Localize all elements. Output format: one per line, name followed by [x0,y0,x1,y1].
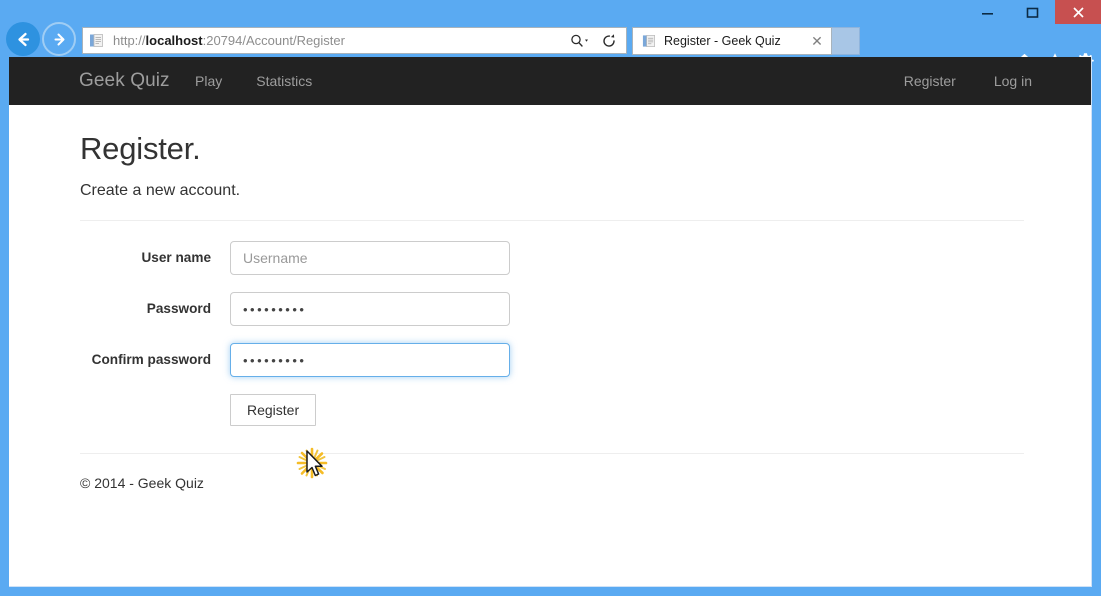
tab-favicon-icon [639,34,659,48]
register-form: User name Password ••••••••• Confirm pas… [80,241,1025,426]
browser-navigation-row: http://localhost:20794/Account/Register [0,24,1101,57]
forward-arrow-icon [51,31,68,48]
site-brand[interactable]: Geek Quiz [79,70,170,92]
footer-copyright: © 2014 - Geek Quiz [80,475,1025,491]
page-favicon-icon [85,27,107,54]
form-row-password: Password ••••••••• [80,292,1025,326]
nav-link-statistics[interactable]: Statistics [256,73,312,89]
search-dropdown-icon[interactable] [568,28,594,53]
tab-close-icon[interactable]: ✕ [809,33,825,49]
maximize-button[interactable] [1010,0,1055,24]
nav-link-register[interactable]: Register [904,73,956,89]
forward-button[interactable] [42,22,76,56]
browser-titlebar [0,0,1101,24]
back-button[interactable] [6,22,40,56]
page-viewport: Geek Quiz Play Statistics Register Log i… [9,57,1092,587]
tab-title: Register - Geek Quiz [659,34,809,48]
content-container: Register. Create a new account. User nam… [80,105,1025,491]
page-subtitle: Create a new account. [80,182,1025,200]
browser-tab[interactable]: Register - Geek Quiz ✕ [632,27,832,55]
footer-divider [80,453,1024,454]
password-input[interactable]: ••••••••• [230,292,510,326]
primary-nav: Play Statistics [195,73,312,89]
nav-link-play[interactable]: Play [195,73,222,89]
new-tab-button[interactable] [832,27,860,55]
form-actions: Register [80,394,1025,426]
window-controls [965,0,1101,24]
username-input[interactable] [230,241,510,275]
address-bar-url: http://localhost:20794/Account/Register [107,33,568,48]
address-bar-tools [568,28,626,53]
minimize-button[interactable] [965,0,1010,24]
confirm-password-input[interactable]: ••••••••• [230,343,510,377]
url-scheme: http:// [113,33,146,48]
register-submit-button[interactable]: Register [230,394,316,426]
site-navbar: Geek Quiz Play Statistics Register Log i… [9,57,1092,105]
url-host: localhost [146,33,203,48]
content-divider [80,220,1024,221]
address-bar[interactable]: http://localhost:20794/Account/Register [82,27,627,54]
back-arrow-icon [14,30,33,49]
account-nav: Register Log in [904,73,1032,89]
label-confirm-password: Confirm password [80,343,230,377]
label-username: User name [80,241,230,275]
form-row-username: User name [80,241,1025,275]
refresh-icon[interactable] [596,28,622,53]
url-path: :20794/Account/Register [203,33,345,48]
browser-window: http://localhost:20794/Account/Register [0,0,1101,596]
nav-link-login[interactable]: Log in [994,73,1032,89]
label-password: Password [80,292,230,326]
page-title: Register. [80,131,1025,167]
tab-strip: Register - Geek Quiz ✕ [632,27,860,55]
close-button[interactable] [1055,0,1101,24]
form-row-confirm-password: Confirm password ••••••••• [80,343,1025,377]
